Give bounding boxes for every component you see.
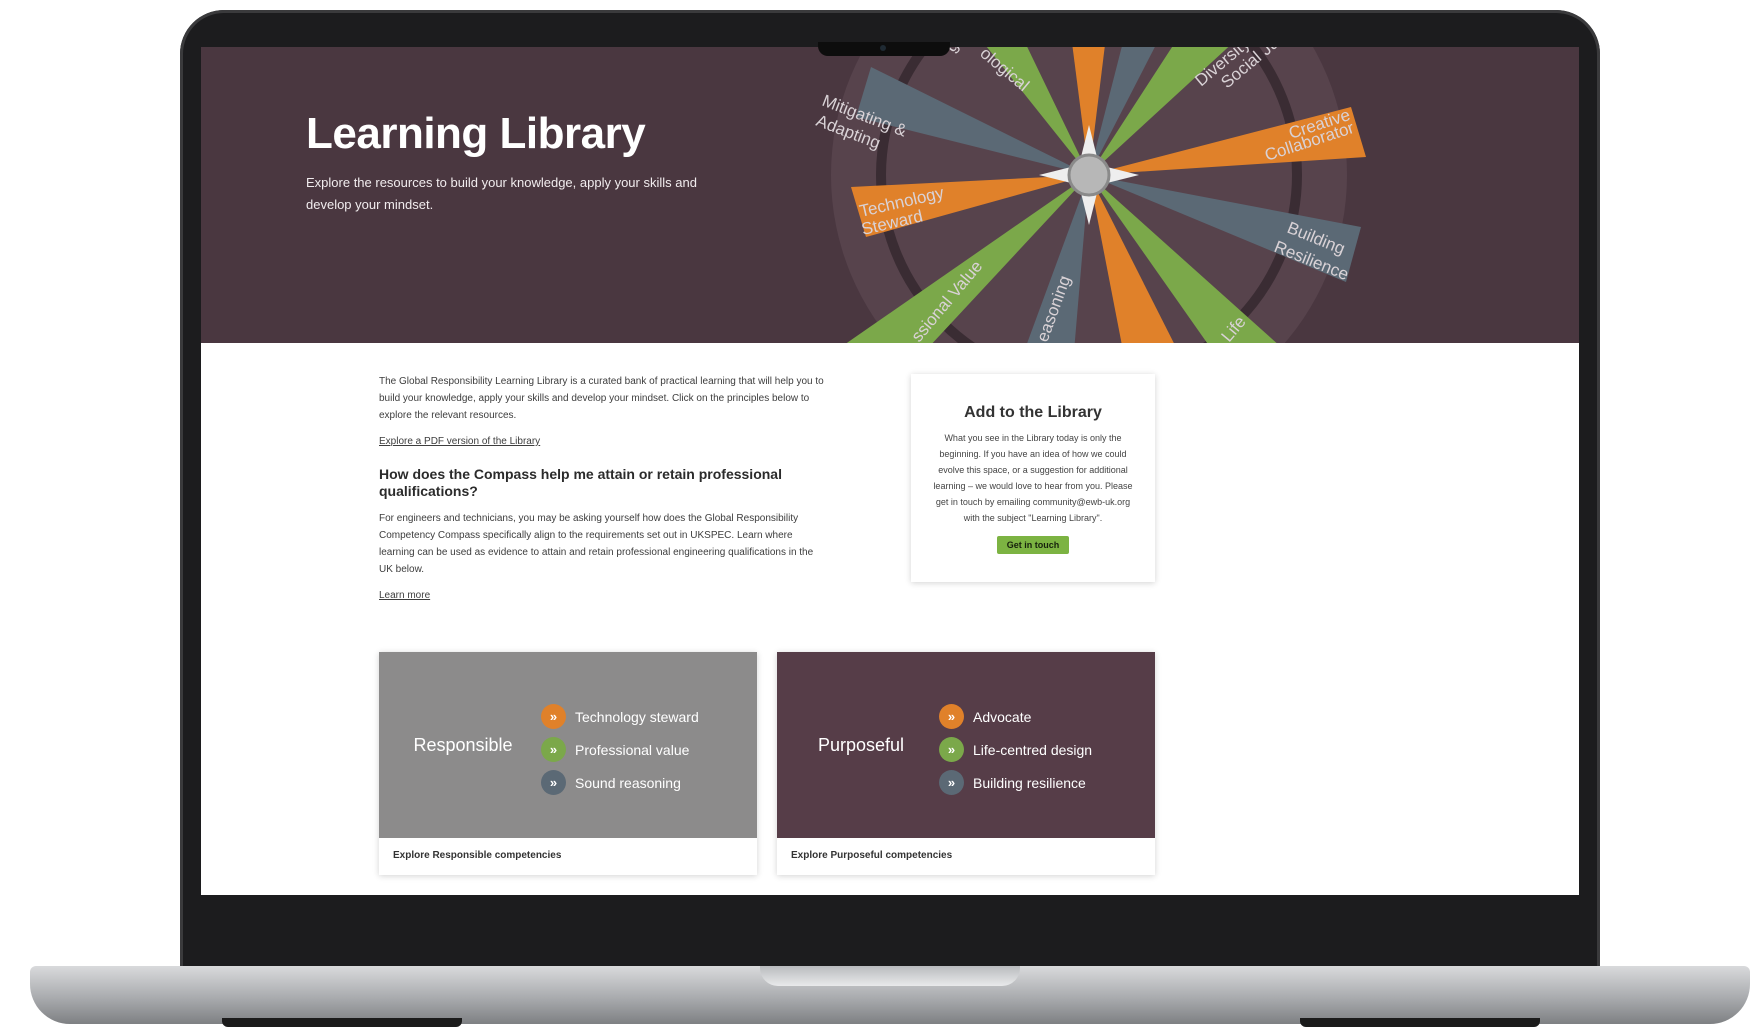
list-item[interactable]: » Building resilience xyxy=(939,766,1092,799)
laptop-foot-right xyxy=(1300,1018,1540,1027)
qualifications-heading: How does the Compass help me attain or r… xyxy=(379,466,782,499)
list-item[interactable]: » Life-centred design xyxy=(939,733,1092,766)
purposeful-tile[interactable]: Purposeful » Advocate » Life-centred desig… xyxy=(777,652,1155,875)
list-item[interactable]: » Advocate xyxy=(939,700,1092,733)
list-item-label: Technology steward xyxy=(575,708,699,725)
get-in-touch-button[interactable]: Get in touch xyxy=(996,536,1070,554)
purposeful-list: » Advocate » Life-centred design » Building… xyxy=(939,700,1092,799)
responsible-title: Responsible xyxy=(413,735,513,755)
chevron-double-right-icon: » xyxy=(541,770,566,795)
camera-icon xyxy=(880,45,886,51)
chevron-double-right-icon: » xyxy=(939,704,964,729)
learn-more-link[interactable]: Learn more xyxy=(379,590,430,601)
responsible-panel: Responsible » Technology steward » Profess… xyxy=(379,652,757,838)
laptop-foot-left xyxy=(222,1018,462,1027)
add-card-title: Add to the Library xyxy=(964,404,1102,421)
chevron-double-right-icon: » xyxy=(541,737,566,762)
page-title: Learning Library xyxy=(306,109,646,158)
chevron-double-right-icon: » xyxy=(541,704,566,729)
laptop-opening-lip xyxy=(760,966,1020,986)
responsible-list: » Technology steward » Professional value … xyxy=(541,700,699,799)
list-item[interactable]: » Technology steward xyxy=(541,700,699,733)
chevron-double-right-icon: » xyxy=(939,770,964,795)
add-to-library-card: Add to the Library What you see in the L… xyxy=(911,374,1155,582)
list-item-label: Life-centred design xyxy=(973,741,1093,758)
list-item-label: Advocate xyxy=(973,708,1032,725)
hero-banner: Mitigating & Adapting Technology Steward… xyxy=(201,47,1579,343)
chevron-double-right-icon: » xyxy=(939,737,964,762)
list-item[interactable]: » Sound reasoning xyxy=(541,766,699,799)
add-card-text: What you see in the Library today is onl… xyxy=(933,433,1133,523)
main-content: The Global Responsibility Learning Libra… xyxy=(379,373,824,603)
list-item[interactable]: » Professional value xyxy=(541,733,699,766)
intro-text: The Global Responsibility Learning Libra… xyxy=(379,376,824,421)
purposeful-title: Purposeful xyxy=(817,735,905,755)
page-subtitle: Explore the resources to build your know… xyxy=(306,175,697,212)
pdf-library-link[interactable]: Explore a PDF version of the Library xyxy=(379,436,540,447)
list-item-label: Building resilience xyxy=(973,774,1086,791)
laptop-notch xyxy=(818,42,950,56)
browser-screen: Mitigating & Adapting Technology Steward… xyxy=(201,47,1579,895)
qualifications-text: For engineers and technicians, you may b… xyxy=(379,513,814,575)
list-item-label: Professional value xyxy=(575,741,690,758)
responsible-caption[interactable]: Explore Responsible competencies xyxy=(393,850,561,861)
purposeful-caption[interactable]: Explore Purposeful competencies xyxy=(791,850,952,861)
list-item-label: Sound reasoning xyxy=(575,774,681,791)
responsible-tile[interactable]: Responsible » Technology steward » Profess… xyxy=(379,652,757,875)
purposeful-panel: Purposeful » Advocate » Life-centred desig… xyxy=(777,652,1155,838)
